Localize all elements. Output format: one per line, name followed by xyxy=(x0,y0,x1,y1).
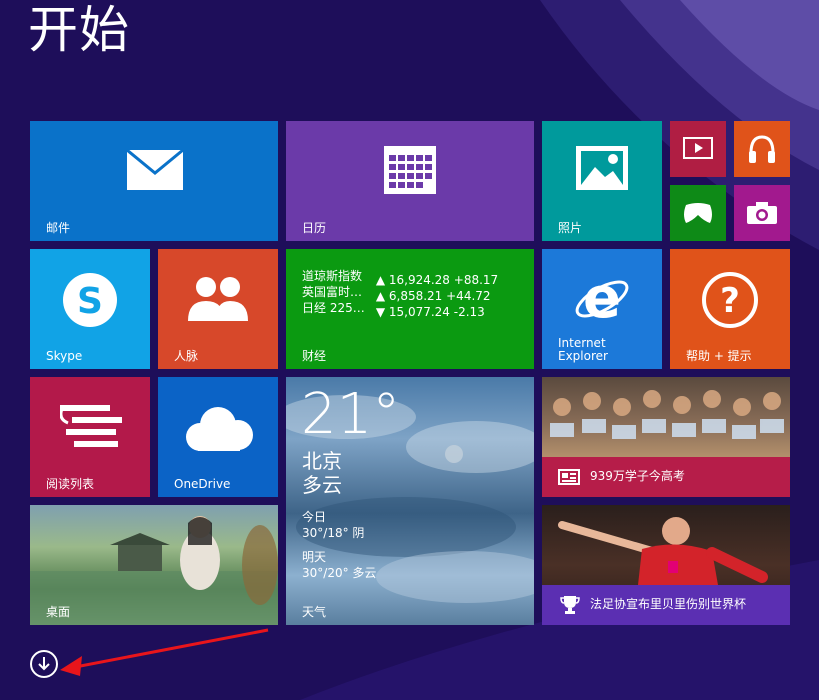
all-apps-button[interactable] xyxy=(30,650,58,678)
sports-headline-bar: 法足协宣布里贝里伤别世界杯 xyxy=(542,585,790,625)
tile-photos-label: 照片 xyxy=(558,221,583,235)
reading-list-icon xyxy=(60,405,122,447)
sports-headline: 法足协宣布里贝里伤别世界杯 xyxy=(590,597,747,611)
tile-news[interactable]: 939万学子今高考 xyxy=(542,377,790,497)
weather-tomorrow-label: 明天 xyxy=(302,550,327,564)
xbox-controller-icon xyxy=(684,203,712,223)
tile-people-label: 人脉 xyxy=(174,349,199,363)
tile-music[interactable] xyxy=(734,121,790,177)
tile-help-tips-label: 帮助 + 提示 xyxy=(686,349,752,363)
sports-photo xyxy=(558,517,768,585)
news-headline: 939万学子今高考 xyxy=(590,469,685,483)
svg-text:e: e xyxy=(583,267,621,327)
tile-games[interactable] xyxy=(670,185,726,241)
tile-skype-label: Skype xyxy=(46,349,83,363)
tile-onedrive[interactable]: OneDrive xyxy=(158,377,278,497)
people-icon xyxy=(188,277,248,321)
weather-condition: 多云 xyxy=(302,473,342,497)
cloud-icon xyxy=(186,407,253,451)
headphones-icon xyxy=(749,135,775,163)
mail-icon xyxy=(126,149,184,190)
ie-label-line2: Explorer xyxy=(558,349,608,363)
tile-internet-explorer-label: Internet Explorer xyxy=(558,337,608,363)
tile-reading-list-label: 阅读列表 xyxy=(46,477,95,491)
tile-calendar-label: 日历 xyxy=(302,221,327,235)
help-icon: ? xyxy=(702,272,758,328)
finance-index-name: 日经 225… xyxy=(302,301,365,315)
news-icon xyxy=(558,469,580,485)
tile-internet-explorer[interactable]: e Internet Explorer xyxy=(542,249,662,369)
weather-today-label: 今日 xyxy=(302,510,327,524)
tile-skype[interactable]: S Skype xyxy=(30,249,150,369)
tile-people[interactable]: 人脉 xyxy=(158,249,278,369)
weather-today-forecast: 30°/18° 阴 xyxy=(302,526,365,540)
svg-text:S: S xyxy=(77,281,103,322)
tile-finance-label: 财经 xyxy=(302,349,327,363)
tile-desktop[interactable]: 桌面 xyxy=(30,505,278,625)
calendar-icon xyxy=(384,146,436,194)
tile-photos[interactable]: 照片 xyxy=(542,121,662,241)
tile-mail[interactable]: 邮件 xyxy=(30,121,278,241)
finance-index-name: 英国富时… xyxy=(302,285,363,299)
finance-row: 日经 225… ▼ 15,077.24 -2.13 xyxy=(302,301,485,320)
internet-explorer-icon: e xyxy=(575,267,629,327)
svg-text:?: ? xyxy=(720,281,740,321)
tile-sports[interactable]: 法足协宣布里贝里伤别世界杯 xyxy=(542,505,790,625)
start-title: 开始 xyxy=(28,1,130,59)
down-arrow-circle-icon xyxy=(38,657,50,671)
tile-mail-label: 邮件 xyxy=(46,221,71,235)
news-photo xyxy=(550,390,784,439)
video-icon xyxy=(683,137,713,159)
finance-index-value: ▼ 15,077.24 -2.13 xyxy=(375,305,485,319)
tile-desktop-label: 桌面 xyxy=(46,605,71,619)
tile-calendar[interactable]: 日历 xyxy=(286,121,534,241)
camera-icon xyxy=(747,202,777,224)
weather-tomorrow-forecast: 30°/20° 多云 xyxy=(302,566,377,580)
tile-weather[interactable]: 21° 北京 多云 今日 30°/18° 阴 明天 30°/20° 多云 天气 xyxy=(286,377,534,625)
weather-city: 北京 xyxy=(302,449,342,473)
tile-weather-label: 天气 xyxy=(302,605,327,619)
news-headline-bar: 939万学子今高考 xyxy=(542,457,790,497)
tile-finance[interactable]: 道琼斯指数 ▲ 16,924.28 +88.17 英国富时… ▲ 6,858.2… xyxy=(286,249,534,369)
weather-temperature: 21° xyxy=(301,382,401,447)
tile-reading-list[interactable]: 阅读列表 xyxy=(30,377,150,497)
tile-onedrive-label: OneDrive xyxy=(174,477,231,491)
photos-icon xyxy=(576,146,628,190)
trophy-icon xyxy=(560,596,580,614)
skype-icon: S xyxy=(63,273,117,327)
tile-camera[interactable] xyxy=(734,185,790,241)
finance-index-name: 道琼斯指数 xyxy=(302,269,363,283)
tile-help-tips[interactable]: ? 帮助 + 提示 xyxy=(670,249,790,369)
tile-video[interactable] xyxy=(670,121,726,177)
